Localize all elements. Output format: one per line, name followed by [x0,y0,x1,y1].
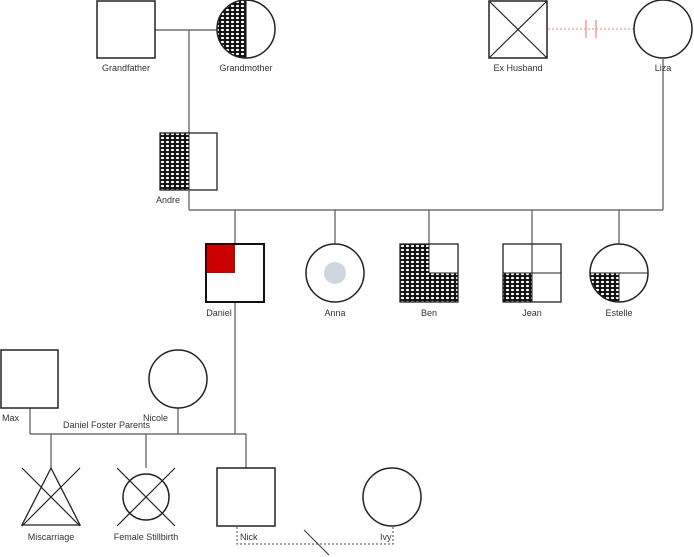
pattern-fill [160,133,189,190]
person-label: Grandfather [102,63,150,73]
person-anna[interactable]: Anna [305,243,365,318]
person-label: Ben [421,308,437,318]
carrier-dot [324,262,346,284]
person-label: Female Stillbirth [114,532,179,542]
female-symbol[interactable] [362,467,422,527]
male-symbol[interactable] [216,467,276,527]
female-symbol[interactable] [148,349,208,409]
person-label: Anna [324,308,345,318]
person-miscarriage[interactable]: Miscarriage [20,466,82,542]
male-symbol[interactable] [96,0,156,59]
person-label: Daniel [206,308,232,318]
male-symbol[interactable] [0,349,59,409]
affected-quadrant [207,245,235,273]
person-label: Miscarriage [28,532,75,542]
person-label: Grandmother [219,63,272,73]
person-ivy[interactable]: Ivy [362,467,422,542]
female-symbol[interactable] [633,0,693,59]
person-jean[interactable]: Jean [502,243,562,318]
person-nick[interactable]: Nick [216,467,276,542]
person-ex-husband[interactable]: Ex Husband [488,0,548,73]
pattern-fill [217,0,246,58]
person-female-stillbirth[interactable]: Female Stillbirth [114,467,179,542]
person-label: Andre [156,195,180,205]
person-label: Max [2,413,20,423]
person-grandfather[interactable]: Grandfather [96,0,156,73]
person-ben[interactable]: Ben [399,243,459,318]
pattern-fill [503,273,532,302]
foster-parents-label: Daniel Foster Parents [63,420,151,430]
person-liza[interactable]: Liza [633,0,693,73]
pattern-fill [400,244,429,302]
genogram-canvas: Grandfather Grandmother Ex Husband Liza … [0,0,693,556]
person-estelle[interactable]: Estelle [589,243,649,318]
person-andre[interactable]: Andre [156,132,218,205]
person-label: Estelle [605,308,632,318]
person-grandmother[interactable]: Grandmother [216,0,276,73]
person-label: Jean [522,308,542,318]
pattern-fill [429,273,458,302]
person-label: Ex Husband [493,63,542,73]
person-label: Liza [655,63,672,73]
person-label: Nick [240,532,258,542]
separation-slash [303,529,330,556]
person-nicole[interactable]: Nicole [143,349,208,423]
person-label: Ivy [380,532,392,542]
